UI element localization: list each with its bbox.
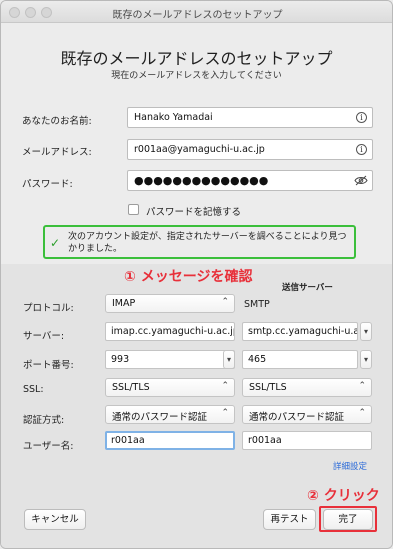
incoming-auth-select[interactable]: 通常のパスワード認証 ⌃ [105,405,235,424]
outgoing-username-field[interactable]: r001aa [242,431,372,450]
name-field[interactable]: Hanako Yamadai [127,107,373,128]
incoming-protocol-select[interactable]: IMAP ⌃ [105,294,235,313]
ssl-label: SSL: [23,384,44,395]
email-label: メールアドレス: [22,147,92,158]
incoming-username-field[interactable]: r001aa [105,431,235,450]
incoming-server-field[interactable]: imap.cc.yamaguchi-u.ac.jp [105,322,235,341]
server-label: サーバー: [23,331,65,342]
window-title: 既存のメールアドレスのセットアップ [112,10,283,21]
chevron-updown-icon: ⌃ [221,381,229,391]
outgoing-ssl-select[interactable]: SSL/TLS ⌃ [242,378,372,397]
incoming-protocol-value: IMAP [112,298,136,309]
page-subheading: 現在のメールアドレスを入力してください [111,71,282,81]
incoming-server-value: imap.cc.yamaguchi-u.ac.jp [111,326,235,337]
outgoing-port-field[interactable]: 465 [242,350,358,369]
password-label: パスワード: [22,179,73,190]
chevron-updown-icon: ⌃ [221,297,229,307]
info-icon[interactable]: i [356,112,367,123]
outgoing-auth-select[interactable]: 通常のパスワード認証 ⌃ [242,405,372,424]
incoming-port-field[interactable]: 993 [105,350,235,369]
setup-window: 既存のメールアドレスのセットアップ 既存のメールアドレスのセットアップ 現在のメ… [0,0,393,549]
username-label: ユーザー名: [23,441,74,452]
incoming-port-value: 993 [111,354,130,365]
chevron-updown-icon: ⌃ [358,408,366,418]
protocol-label: プロトコル: [23,303,74,314]
title-bar: 既存のメールアドレスのセットアップ [1,1,392,23]
advanced-settings-link[interactable]: 詳細設定 [333,460,367,472]
password-value: ●●●●●●●●●●●●●● [134,174,269,187]
outgoing-protocol-value: SMTP [244,299,270,310]
auth-label: 認証方式: [23,415,65,426]
eye-slash-icon[interactable] [354,175,368,186]
status-message: 次のアカウント設定が、指定されたサーバーを調べることにより見つかりました。 [68,232,347,254]
outgoing-username-value: r001aa [248,435,282,446]
incoming-ssl-value: SSL/TLS [112,382,150,393]
incoming-username-value: r001aa [111,435,145,446]
check-icon: ✓ [50,236,61,250]
cancel-button[interactable]: キャンセル [24,509,86,530]
chevron-updown-icon: ⌃ [358,381,366,391]
outgoing-auth-value: 通常のパスワード認証 [249,412,345,423]
outgoing-server-field[interactable]: smtp.cc.yamaguchi-u.ac.jp [242,322,358,341]
incoming-ssl-select[interactable]: SSL/TLS ⌃ [105,378,235,397]
chevron-down-icon: ▾ [226,355,231,364]
outgoing-port-dropdown[interactable]: ▾ [360,350,372,369]
page-heading: 既存のメールアドレスのセットアップ [60,49,333,68]
incoming-auth-value: 通常のパスワード認証 [112,412,208,423]
outgoing-port-value: 465 [248,354,267,365]
info-icon[interactable]: i [356,144,367,155]
password-field[interactable]: ●●●●●●●●●●●●●● [127,170,373,191]
chevron-down-icon: ▾ [363,327,368,336]
remember-password-checkbox[interactable] [128,204,139,215]
outgoing-server-dropdown[interactable]: ▾ [360,322,372,341]
outgoing-server-header: 送信サーバー [282,283,333,293]
email-field[interactable]: r001aa@yamaguchi-u.ac.jp [127,139,373,160]
name-label: あなたのお名前: [22,116,92,127]
outgoing-ssl-value: SSL/TLS [249,382,287,393]
remember-password-label: パスワードを記憶する [146,207,242,218]
outgoing-server-value: smtp.cc.yamaguchi-u.ac.jp [248,326,358,337]
incoming-port-dropdown[interactable]: ▾ [223,350,235,369]
chevron-down-icon: ▾ [363,355,368,364]
email-value: r001aa@yamaguchi-u.ac.jp [134,144,265,155]
annotation-step1: ① メッセージを確認 [124,269,253,285]
annotation-step2: ② クリック [307,488,380,504]
retest-button[interactable]: 再テスト [263,509,316,530]
status-message-box: ✓ 次のアカウント設定が、指定されたサーバーを調べることにより見つかりました。 [43,225,356,259]
port-label: ポート番号: [23,360,74,371]
done-button[interactable]: 完了 [323,509,373,530]
chevron-updown-icon: ⌃ [221,408,229,418]
name-value: Hanako Yamadai [134,112,213,123]
